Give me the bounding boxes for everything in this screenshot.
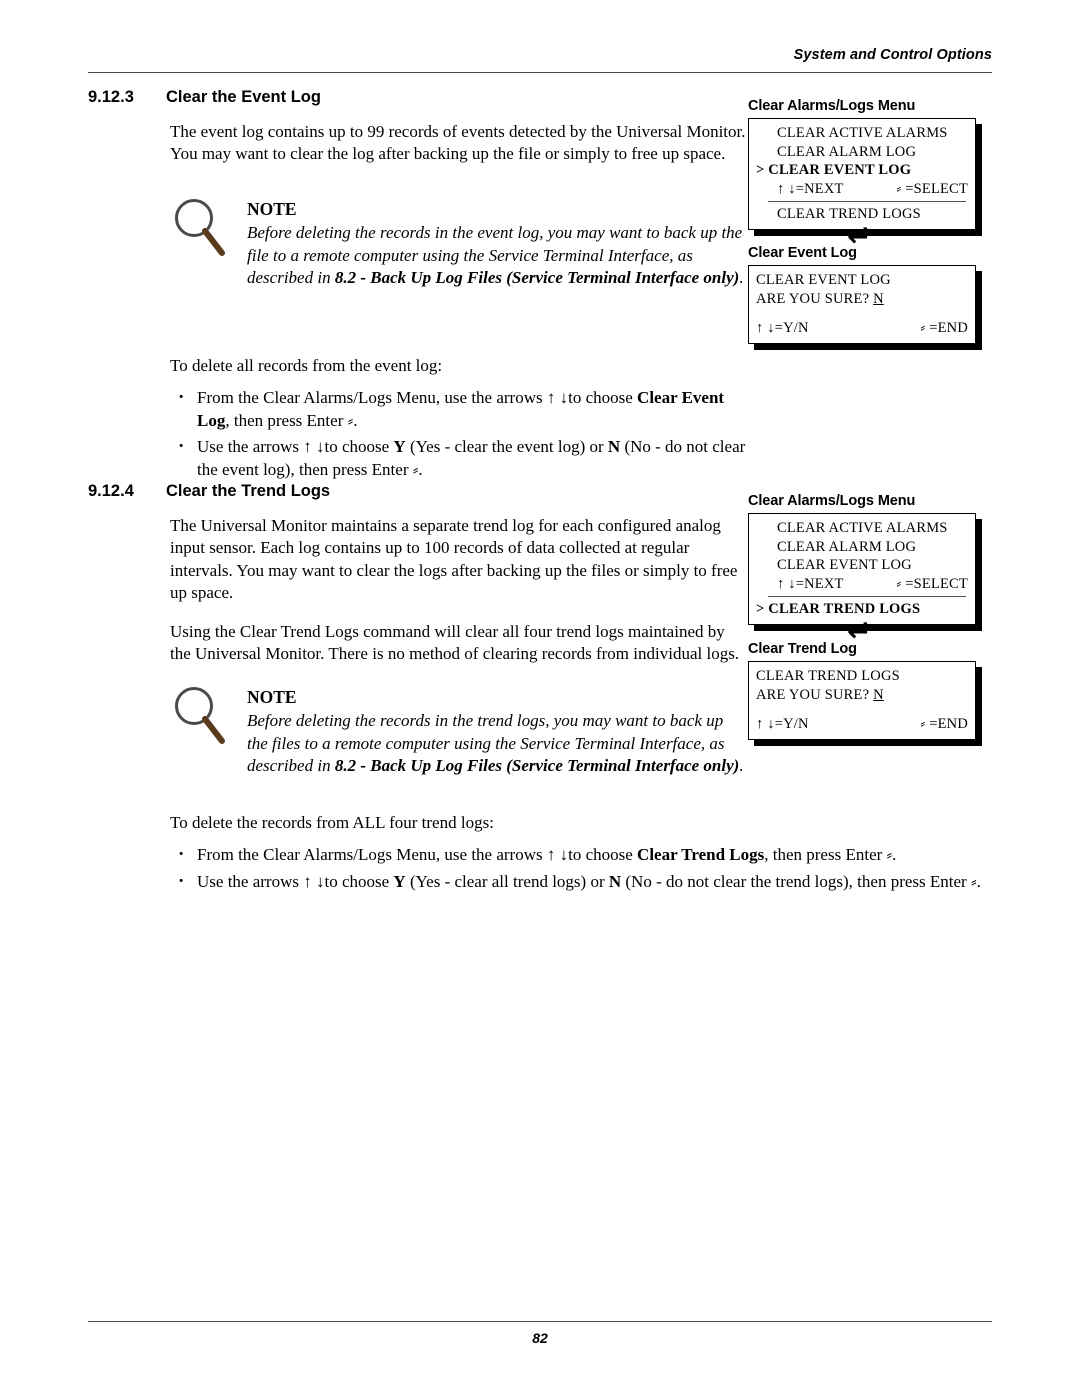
bullet-bold: Clear Trend Logs — [637, 845, 765, 865]
lcd-separator — [768, 596, 966, 598]
figure-clear-alarms-logs-menu-1: Clear Alarms/Logs Menu CLEAR ACTIVE ALAR… — [748, 98, 976, 230]
note-text-bold: 8.2 - Back Up Log Files (Service Termina… — [334, 756, 740, 776]
list-item: From the Clear Alarms/Logs Menu, use the… — [170, 385, 748, 432]
figure-label: Clear Event Log — [748, 245, 857, 261]
header-divider — [88, 72, 992, 73]
lcd-line: CLEAR TREND LOGS — [756, 668, 900, 684]
lcd-confirm-value: N — [873, 686, 884, 703]
lcd-confirm-row: ARE YOU SURE? N — [756, 290, 968, 309]
bullet-bold: Y — [393, 437, 406, 457]
bullet-part2: (Yes - clear the event log) or — [405, 437, 608, 457]
bullet-part2: , then press Enter ⸗. — [225, 410, 358, 430]
section-title: Clear the Trend Logs — [166, 482, 331, 500]
bullet-part1: Use the arrows ↑ ↓to choose — [197, 437, 394, 457]
lead-in-text: To delete all records from the event log… — [170, 356, 443, 375]
section-number: 9.12.3 — [88, 88, 134, 106]
lcd-nav-row: ↑ ↓=NEXT ⸗ =SELECT — [756, 575, 968, 594]
section-body-9-12-4: The Universal Monitor maintains a separa… — [170, 515, 748, 666]
lcd-nav-right: ⸗ =END — [920, 716, 968, 733]
note-block-1: NOTE Before deleting the records in the … — [88, 197, 748, 290]
lcd-nav-left: ↑ ↓=NEXT — [777, 180, 844, 197]
section-body-9-12-3: The event log contains up to 99 records … — [170, 121, 748, 166]
page-header-title: System and Control Options — [793, 47, 992, 63]
lcd-confirm-prompt: ARE YOU SURE? — [756, 290, 874, 307]
lcd-nav-left: ↑ ↓=Y/N — [756, 320, 809, 337]
bullet-part2: (Yes - clear all trend logs) or — [405, 871, 609, 891]
section-heading-9-12-3: 9.12.3 Clear the Event Log — [88, 88, 748, 107]
list-item: From the Clear Alarms/Logs Menu, use the… — [170, 842, 1013, 868]
lcd-nav-right: ⸗ =SELECT — [896, 575, 968, 592]
note-body: Before deleting the records in the trend… — [247, 710, 748, 778]
paragraph: Using the Clear Trend Logs command will … — [170, 621, 740, 664]
bullet-part1: Use the arrows ↑ ↓to choose — [197, 871, 394, 891]
lcd-display-panel: CLEAR ACTIVE ALARMS CLEAR ALARM LOG CLEA… — [748, 513, 976, 625]
lcd-display-panel: CLEAR TREND LOGS ARE YOU SURE? N ↑ ↓=Y/N… — [748, 661, 976, 740]
page-header: System and Control Options — [88, 46, 992, 64]
bullet-part1: From the Clear Alarms/Logs Menu, use the… — [197, 845, 638, 865]
lcd-display-panel: CLEAR EVENT LOG ARE YOU SURE? N ↑ ↓=Y/N … — [748, 265, 976, 344]
note-body: Before deleting the records in the event… — [247, 222, 748, 290]
footer-divider — [88, 1321, 992, 1322]
section-9-12-4: 9.12.4 Clear the Trend Logs The Universa… — [88, 482, 748, 666]
magnifier-icon — [170, 197, 232, 263]
bullet-part2: , then press Enter ⸗. — [764, 845, 897, 865]
lcd-nav-row: ↑ ↓=Y/N ⸗ =END — [756, 319, 968, 338]
lcd-line: CLEAR ACTIVE ALARMS — [777, 520, 948, 536]
instructions-block-1: To delete all records from the event log… — [88, 355, 748, 485]
lcd-confirm-value: N — [873, 290, 884, 307]
figure-clear-alarms-logs-menu-2: Clear Alarms/Logs Menu CLEAR ACTIVE ALAR… — [748, 493, 976, 625]
lcd-line: CLEAR ALARM LOG — [777, 538, 917, 555]
bullet-bold-2: N — [607, 437, 621, 457]
lcd-line-selected: > CLEAR EVENT LOG — [756, 162, 912, 179]
note-text-end: . — [739, 268, 744, 288]
bullet-part1: From the Clear Alarms/Logs Menu, use the… — [197, 388, 638, 408]
lcd-nav-left: ↑ ↓=Y/N — [756, 716, 809, 733]
note-text-end: . — [739, 756, 744, 776]
lcd-nav-right: ⸗ =END — [920, 320, 968, 337]
note-text-bold: 8.2 - Back Up Log Files (Service Termina… — [334, 268, 740, 288]
bullet-bold-2: N — [608, 871, 622, 891]
lcd-display-panel: CLEAR ACTIVE ALARMS CLEAR ALARM LOG > CL… — [748, 118, 976, 230]
figure-label: Clear Trend Log — [748, 641, 857, 657]
instructions-block-2: To delete the records from ALL four tren… — [88, 812, 1013, 897]
figure-clear-event-log: Clear Event Log CLEAR EVENT LOG ARE YOU … — [748, 245, 976, 344]
lcd-nav-row: ↑ ↓=Y/N ⸗ =END — [756, 715, 968, 734]
bullet-bold: Y — [393, 871, 406, 891]
section-title: Clear the Event Log — [166, 88, 321, 106]
lcd-separator — [768, 201, 966, 203]
lcd-confirm-prompt: ARE YOU SURE? — [756, 686, 874, 703]
figure-label: Clear Alarms/Logs Menu — [748, 493, 916, 509]
note-title: NOTE — [247, 687, 297, 707]
lcd-line: CLEAR EVENT LOG — [777, 557, 912, 574]
lcd-confirm-row: ARE YOU SURE? N — [756, 686, 968, 705]
bullet-list-2: From the Clear Alarms/Logs Menu, use the… — [170, 842, 1013, 895]
paragraph: The Universal Monitor maintains a separa… — [170, 516, 738, 603]
section-heading-9-12-4: 9.12.4 Clear the Trend Logs — [88, 482, 748, 501]
list-item: Use the arrows ↑ ↓to choose Y (Yes - cle… — [170, 869, 1013, 895]
page-number: 82 — [532, 1330, 548, 1346]
note-block-2: NOTE Before deleting the records in the … — [88, 685, 748, 778]
magnifier-icon — [170, 685, 232, 751]
note-title: NOTE — [247, 199, 297, 219]
bullet-list-1: From the Clear Alarms/Logs Menu, use the… — [170, 385, 748, 481]
lcd-line: CLEAR ALARM LOG — [777, 143, 917, 160]
section-number: 9.12.4 — [88, 482, 134, 500]
paragraph: The event log contains up to 99 records … — [170, 122, 746, 164]
bullet-part3: (No - do not clear the trend logs), then… — [621, 871, 981, 891]
lcd-nav-right: ⸗ =SELECT — [896, 180, 968, 197]
lcd-blank-line — [756, 308, 968, 319]
section-9-12-3: 9.12.3 Clear the Event Log The event log… — [88, 88, 748, 166]
lead-in-text: To delete the records from ALL four tren… — [170, 813, 494, 832]
lcd-line: CLEAR EVENT LOG — [756, 272, 891, 288]
list-item: Use the arrows ↑ ↓to choose Y (Yes - cle… — [170, 434, 748, 481]
lcd-nav-row: ↑ ↓=NEXT ⸗ =SELECT — [756, 180, 968, 199]
lcd-line: CLEAR ACTIVE ALARMS — [777, 125, 948, 141]
lcd-blank-line — [756, 704, 968, 715]
figure-clear-trend-log: Clear Trend Log CLEAR TREND LOGS ARE YOU… — [748, 641, 976, 740]
figure-label: Clear Alarms/Logs Menu — [748, 98, 916, 114]
lcd-nav-left: ↑ ↓=NEXT — [777, 575, 844, 592]
